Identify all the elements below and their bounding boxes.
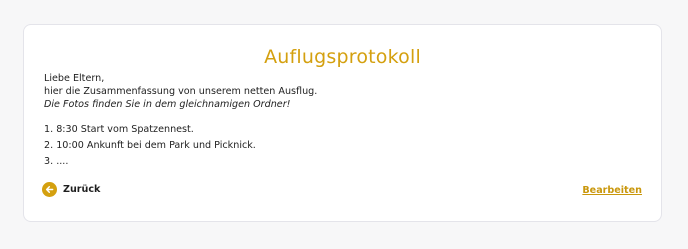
back-label: Zurück	[63, 184, 101, 195]
schedule-list: 1. 8:30 Start vom Spatzennest. 2. 10:00 …	[44, 123, 604, 171]
schedule-item: 1. 8:30 Start vom Spatzennest.	[44, 124, 194, 135]
photos-note: Die Fotos finden Sie in dem gleichnamige…	[44, 99, 291, 110]
schedule-item: 2. 10:00 Ankunft bei dem Park und Pickni…	[44, 140, 256, 151]
greeting-text: Liebe Eltern,	[44, 73, 105, 84]
arrow-left-icon	[42, 182, 57, 197]
protocol-text: Liebe Eltern, hier die Zusammenfassung v…	[44, 72, 644, 111]
page-title: Auflugsprotokoll	[264, 46, 421, 68]
intro-text: hier die Zusammenfassung von unserem net…	[44, 86, 318, 97]
schedule-item: 3. ....	[44, 156, 69, 167]
protocol-card: Auflugsprotokoll Liebe Eltern, hier die …	[23, 24, 662, 222]
back-button[interactable]: Zurück	[42, 182, 100, 197]
edit-link[interactable]: Bearbeiten	[582, 185, 642, 196]
